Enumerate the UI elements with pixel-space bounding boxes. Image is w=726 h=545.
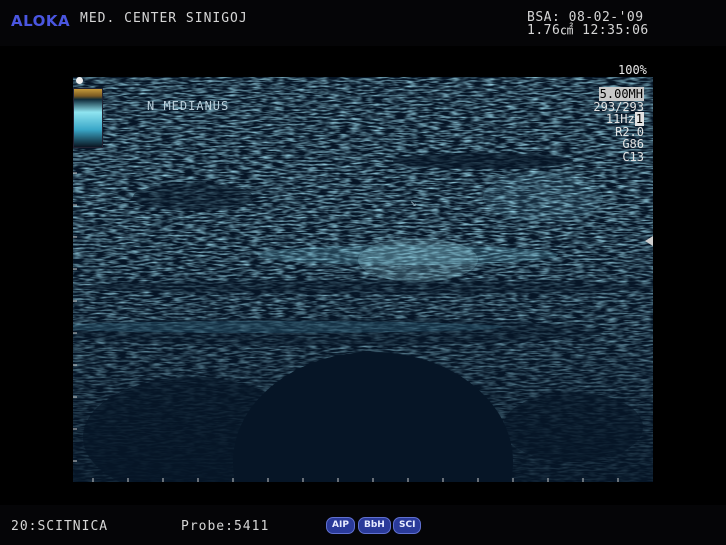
aip-badge[interactable]: AIP bbox=[326, 517, 355, 534]
probe-label: Probe:5411 bbox=[181, 519, 270, 534]
arrow-cursor-icon: ↘ bbox=[410, 196, 417, 209]
contrast-value: C13 bbox=[622, 149, 644, 164]
sci-badge[interactable]: SCI bbox=[393, 517, 422, 534]
bbh-badge[interactable]: BbH bbox=[358, 517, 391, 534]
focus-marker-icon[interactable] bbox=[645, 236, 653, 246]
frame-rate-box: 1 bbox=[634, 112, 644, 126]
gray-scale-bar bbox=[73, 88, 103, 148]
orientation-marker bbox=[76, 77, 83, 84]
preset-name: 20:SCITNICA bbox=[11, 519, 109, 534]
frequency-value: 5.00MH bbox=[598, 87, 644, 101]
exam-info: BSA: 08-02-'09 1.76㎠ 12:35:06 bbox=[527, 11, 649, 37]
aloka-logo: ALOKA bbox=[11, 12, 71, 30]
redacted-patient-field bbox=[272, 12, 517, 36]
gain-percent: 100% bbox=[618, 63, 647, 77]
ultrasound-image[interactable] bbox=[73, 77, 653, 482]
site-name: MED. CENTER SINIGOJ bbox=[80, 11, 248, 26]
area-time: 1.76㎠ 12:35:06 bbox=[527, 23, 649, 38]
annotation-text: N MEDIANUS bbox=[147, 99, 230, 113]
ultrasound-screen: ALOKA MED. CENTER SINIGOJ BSA: 08-02-'09… bbox=[0, 0, 726, 545]
frame-rate-value: 11Hz bbox=[605, 112, 635, 126]
imaging-parameters: 5.00MH 293/293 11Hz1 R2.0 G86 C13 bbox=[580, 87, 644, 164]
sonogram-svg bbox=[73, 77, 653, 482]
gain-value: G86 bbox=[622, 137, 644, 151]
